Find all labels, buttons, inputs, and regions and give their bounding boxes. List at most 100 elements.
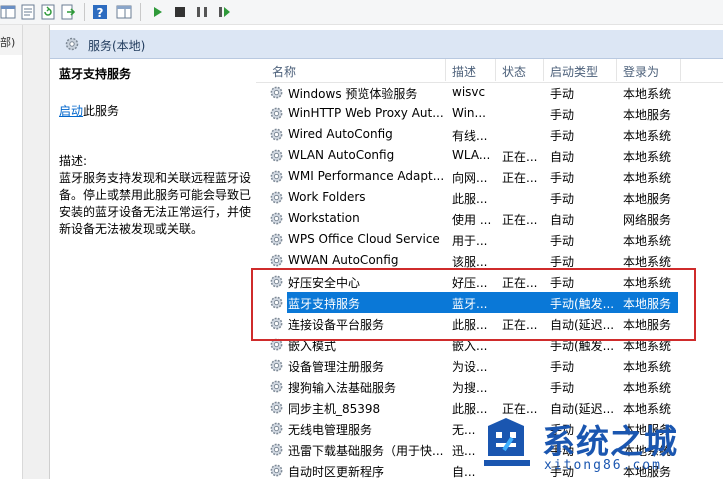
- pause-service-icon[interactable]: [194, 4, 210, 20]
- service-gear-icon: [270, 380, 283, 393]
- table-row[interactable]: 搜狗输入法基础服务 为搜... 手动 本地系统: [256, 376, 723, 397]
- service-startup-type: 手动: [550, 381, 575, 395]
- service-gear-icon: [270, 233, 283, 246]
- column-name[interactable]: 名称: [272, 63, 296, 80]
- column-status[interactable]: 状态: [502, 63, 526, 80]
- service-startup-type: 手动: [550, 87, 575, 101]
- service-description: 为设...: [452, 360, 488, 374]
- service-description: 此服...: [452, 192, 488, 206]
- service-gear-icon: [270, 464, 283, 477]
- service-name: WLAN AutoConfig: [288, 148, 395, 162]
- service-name: 无线电管理服务: [288, 423, 373, 437]
- service-log-on-as: 本地服务: [623, 192, 672, 206]
- properties-icon[interactable]: [20, 4, 36, 20]
- watermark-title: 系统之城: [542, 422, 678, 461]
- export-list-icon[interactable]: [60, 4, 76, 20]
- service-gear-icon: [270, 443, 283, 456]
- service-gear-icon: [270, 149, 283, 162]
- table-row[interactable]: Work Folders 此服... 手动 本地服务: [256, 187, 723, 208]
- service-name: WMI Performance Adapt...: [288, 169, 444, 183]
- service-description: Win...: [452, 106, 486, 120]
- service-description: 为搜...: [452, 381, 488, 395]
- service-startup-type: 手动: [550, 360, 575, 374]
- service-name: 自动时区更新程序: [288, 465, 385, 479]
- table-row[interactable]: WPS Office Cloud Service 用于... 手动 本地系统: [256, 229, 723, 250]
- column-header: 名称 描述 状态 启动类型 登录为: [256, 59, 723, 83]
- table-row[interactable]: WMI Performance Adapt... 向网... 正在... 手动 本地系统: [256, 166, 723, 187]
- service-startup-type: 手动: [550, 108, 575, 122]
- service-gear-icon: [270, 170, 283, 183]
- table-row[interactable]: Windows 预览体验服务 wisvc 手动 本地系统: [256, 82, 723, 103]
- watermark-url: xitong86.com: [544, 458, 662, 473]
- service-description: 用于...: [452, 234, 488, 248]
- service-status: 正在...: [502, 213, 538, 227]
- restart-service-icon[interactable]: [216, 4, 232, 20]
- service-name: 设备管理注册服务: [288, 360, 385, 374]
- service-name: 迅雷下载基础服务（用于快...: [288, 444, 444, 458]
- service-name: WPS Office Cloud Service: [288, 232, 440, 246]
- service-log-on-as: 本地系统: [623, 87, 672, 101]
- service-log-on-as: 本地系统: [623, 234, 672, 248]
- site-logo-icon: [484, 418, 530, 466]
- service-startup-type: 自动: [550, 213, 575, 227]
- service-name: 同步主机_85398: [288, 402, 381, 416]
- console-tree-pane: 部): [0, 25, 23, 479]
- table-row[interactable]: Wired AutoConfig 有线... 手动 本地系统: [256, 124, 723, 145]
- show-hide-pane-icon[interactable]: [116, 4, 132, 20]
- stop-service-icon[interactable]: [172, 4, 188, 20]
- service-startup-type: 自动: [550, 150, 575, 164]
- start-service-link[interactable]: 启动: [59, 104, 83, 118]
- service-gear-icon: [270, 422, 283, 435]
- column-description[interactable]: 描述: [452, 63, 476, 80]
- service-gear-icon: [270, 107, 283, 120]
- service-startup-type: 手动: [550, 129, 575, 143]
- description-text: 蓝牙服务支持发现和关联远程蓝牙设备。停止或禁用此服务可能会导致已安装的蓝牙设备无…: [59, 171, 252, 236]
- start-service-line: 启动此服务: [59, 102, 119, 119]
- help-icon[interactable]: ?: [92, 4, 108, 20]
- toolbar: ?: [0, 0, 723, 25]
- table-row[interactable]: WinHTTP Web Proxy Aut... Win... 手动 本地服务: [256, 103, 723, 124]
- service-name: Workstation: [288, 211, 360, 225]
- service-log-on-as: 本地系统: [623, 381, 672, 395]
- console-tree-icon[interactable]: [0, 4, 16, 20]
- svg-text:?: ?: [97, 6, 104, 20]
- description-label: 描述:: [59, 154, 88, 168]
- service-gear-icon: [270, 191, 283, 204]
- service-status: 正在...: [502, 150, 538, 164]
- service-log-on-as: 本地系统: [623, 150, 672, 164]
- service-name: WWAN AutoConfig: [288, 253, 399, 267]
- header-title: 服务(本地): [88, 39, 146, 53]
- service-gear-icon: [270, 359, 283, 372]
- service-name: WinHTTP Web Proxy Aut...: [288, 106, 444, 120]
- table-row[interactable]: 设备管理注册服务 为设... 手动 本地系统: [256, 355, 723, 376]
- service-log-on-as: 网络服务: [623, 213, 672, 227]
- service-startup-type: 手动: [550, 192, 575, 206]
- service-startup-type: 手动: [550, 234, 575, 248]
- service-gear-icon: [270, 128, 283, 141]
- service-description: 使用 ...: [452, 213, 492, 227]
- service-detail-pane: 蓝牙支持服务 启动此服务 描述: 蓝牙服务支持发现和关联远程蓝牙设备。停止或禁用…: [50, 59, 256, 479]
- start-service-icon[interactable]: [150, 4, 166, 20]
- services-header: 服务(本地): [50, 30, 723, 59]
- service-name: 搜狗输入法基础服务: [288, 381, 397, 395]
- table-row[interactable]: Workstation 使用 ... 正在... 自动 网络服务: [256, 208, 723, 229]
- service-log-on-as: 本地服务: [623, 108, 672, 122]
- start-service-suffix: 此服务: [83, 104, 120, 118]
- service-status: 正在...: [502, 171, 538, 185]
- table-row[interactable]: WLAN AutoConfig WLA... 正在... 自动 本地系统: [256, 145, 723, 166]
- service-description: wisvc: [452, 85, 486, 99]
- service-name: Wired AutoConfig: [288, 127, 393, 141]
- refresh-icon[interactable]: [40, 4, 56, 20]
- highlight-box: [251, 268, 696, 341]
- services-gear-icon: [65, 37, 79, 51]
- service-log-on-as: 本地系统: [623, 129, 672, 143]
- service-gear-icon: [270, 86, 283, 99]
- pane-splitter[interactable]: [23, 25, 50, 479]
- detail-service-name: 蓝牙支持服务: [59, 67, 132, 81]
- column-startup-type[interactable]: 启动类型: [550, 63, 598, 80]
- service-log-on-as: 本地系统: [623, 360, 672, 374]
- column-log-on-as[interactable]: 登录为: [623, 63, 659, 80]
- service-gear-icon: [270, 212, 283, 225]
- service-name: Windows 预览体验服务: [288, 87, 418, 101]
- tree-item-label[interactable]: 部): [0, 34, 15, 50]
